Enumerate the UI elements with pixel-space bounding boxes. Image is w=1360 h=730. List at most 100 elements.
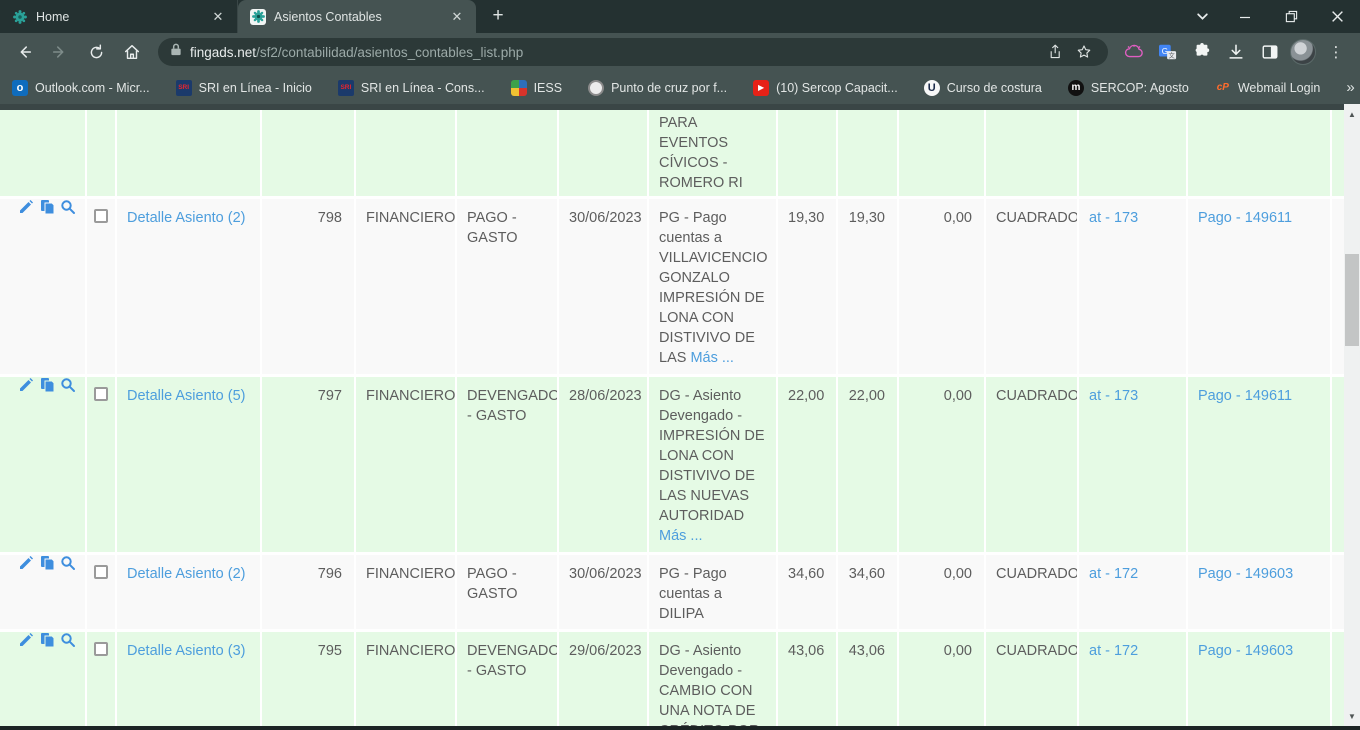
address-bar[interactable]: fingads.net/sf2/contabilidad/asientos_co…	[158, 38, 1108, 66]
downloads-icon[interactable]	[1222, 38, 1250, 66]
row-checkbox[interactable]	[94, 642, 108, 656]
extensions-puzzle-icon[interactable]	[1188, 38, 1216, 66]
bookmark-outlook[interactable]: oOutlook.com - Micr...	[12, 80, 150, 96]
close-window-button[interactable]	[1314, 0, 1360, 33]
copy-icon[interactable]	[38, 632, 55, 649]
edit-icon[interactable]	[17, 199, 34, 216]
module-cell: FINANCIERO	[356, 555, 455, 629]
row-actions	[17, 555, 85, 629]
tab-search-chevron-icon[interactable]	[1182, 0, 1222, 33]
tab-home[interactable]: Home ✕	[0, 0, 238, 33]
credit-cell: 22,00	[838, 377, 897, 552]
type-cell: DEVENGADO - GASTO	[457, 377, 557, 552]
site-favicon	[12, 9, 28, 25]
copy-icon[interactable]	[38, 377, 55, 394]
asiento-id: 797	[262, 377, 354, 552]
at-ref-link[interactable]: at - 173	[1089, 210, 1138, 226]
scroll-up-icon[interactable]: ▲	[1344, 106, 1360, 122]
pago-ref-link[interactable]: Pago - 149611	[1198, 388, 1292, 404]
tab-asientos-contables[interactable]: Asientos Contables ✕	[238, 0, 476, 33]
tab-strip: Home ✕ Asientos Contables ✕ +	[0, 0, 1360, 33]
bookmark-curso-costura[interactable]: UCurso de costura	[924, 80, 1042, 96]
side-panel-icon[interactable]	[1256, 38, 1284, 66]
detalle-asiento-link[interactable]: Detalle Asiento (2)	[127, 210, 245, 226]
bookmark-iess[interactable]: IESS	[511, 80, 563, 96]
debit-cell: 43,06	[778, 632, 836, 726]
pago-ref-link[interactable]: Pago - 149603	[1198, 643, 1293, 659]
at-ref-link[interactable]: at - 172	[1089, 643, 1138, 659]
back-icon[interactable]	[8, 36, 40, 68]
row-checkbox[interactable]	[94, 565, 108, 579]
tab-title: Home	[36, 10, 201, 24]
share-icon[interactable]	[1042, 38, 1070, 66]
site-favicon	[250, 9, 266, 25]
new-tab-button[interactable]: +	[484, 2, 512, 30]
profile-avatar[interactable]	[1290, 39, 1316, 65]
translate-extension-icon[interactable]: G文	[1154, 38, 1182, 66]
edit-icon[interactable]	[17, 377, 34, 394]
forward-icon[interactable]	[44, 36, 76, 68]
search-icon[interactable]	[59, 199, 76, 216]
extensions-area: G文 ⋮	[1118, 38, 1352, 66]
date-cell: 30/06/2023	[559, 199, 647, 374]
status-cell: CUADRADO	[986, 555, 1077, 629]
svg-text:G: G	[1162, 47, 1168, 56]
bookmarks-overflow-chevron[interactable]: »	[1346, 79, 1354, 96]
at-ref-link[interactable]: at - 172	[1089, 566, 1138, 582]
row-checkbox[interactable]	[94, 387, 108, 401]
search-icon[interactable]	[59, 632, 76, 649]
edit-icon[interactable]	[17, 632, 34, 649]
minimize-button[interactable]	[1222, 0, 1268, 33]
close-tab-icon[interactable]: ✕	[209, 8, 227, 26]
detalle-asiento-link[interactable]: Detalle Asiento (3)	[127, 643, 245, 659]
bookmark-sri-inicio[interactable]: SRISRI en Línea - Inicio	[176, 80, 312, 96]
difference-cell: 0,00	[899, 199, 984, 374]
detalle-asiento-link[interactable]: Detalle Asiento (2)	[127, 566, 245, 582]
edit-icon[interactable]	[17, 555, 34, 572]
iess-icon	[511, 80, 527, 96]
type-cell: DEVENGADO - GASTO	[457, 632, 557, 726]
more-link[interactable]: Más ...	[690, 350, 734, 366]
pago-ref-link[interactable]: Pago - 149611	[1198, 210, 1292, 226]
search-icon[interactable]	[59, 555, 76, 572]
extension-cloud-icon[interactable]	[1120, 38, 1148, 66]
detalle-asiento-link[interactable]: Detalle Asiento (5)	[127, 388, 245, 404]
row-checkbox[interactable]	[94, 209, 108, 223]
restore-button[interactable]	[1268, 0, 1314, 33]
description-cell: DG - Asiento Devengado - IMPRESIÓN DE LO…	[649, 377, 776, 552]
scroll-down-icon[interactable]: ▼	[1344, 708, 1360, 724]
credit-cell: 43,06	[838, 632, 897, 726]
sri-icon: SRI	[176, 80, 192, 96]
status-cell: CUADRADO	[986, 199, 1077, 374]
udemy-icon: U	[924, 80, 940, 96]
bookmark-star-icon[interactable]	[1070, 38, 1098, 66]
more-link[interactable]: Más ...	[659, 528, 703, 544]
search-icon[interactable]	[59, 377, 76, 394]
copy-icon[interactable]	[38, 555, 55, 572]
bookmark-sri-consultas[interactable]: SRISRI en Línea - Cons...	[338, 80, 485, 96]
module-cell: FINANCIERO	[356, 199, 455, 374]
at-ref-link[interactable]: at - 173	[1089, 388, 1138, 404]
home-icon[interactable]	[116, 36, 148, 68]
description-cell: DG - Asiento Devengado - CAMBIO CON UNA …	[649, 632, 776, 726]
cross-stitch-icon	[588, 80, 604, 96]
url-text: fingads.net/sf2/contabilidad/asientos_co…	[190, 45, 1042, 60]
pago-ref-link[interactable]: Pago - 149603	[1198, 566, 1293, 582]
more-link[interactable]: Más ...	[659, 195, 703, 196]
close-tab-icon[interactable]: ✕	[448, 8, 466, 26]
reload-icon[interactable]	[80, 36, 112, 68]
bookmark-punto-de-cruz[interactable]: Punto de cruz por f...	[588, 80, 727, 96]
bookmark-sercop-agosto[interactable]: mSERCOP: Agosto	[1068, 80, 1189, 96]
browser-menu-kebab-icon[interactable]: ⋮	[1322, 38, 1350, 66]
page-bottom-strip	[0, 726, 1360, 730]
page-scrollbar[interactable]: ▲ ▼	[1344, 104, 1360, 726]
scrollbar-thumb[interactable]	[1345, 254, 1359, 346]
bookmark-webmail[interactable]: cPWebmail Login	[1215, 80, 1320, 96]
status-cell: CUADRADO	[986, 632, 1077, 726]
description-cell: PG - Pago cuentas a VILLAVICENCIO GONZAL…	[649, 199, 776, 374]
description-cell: PG - Pago cuentas a DILIPA	[649, 555, 776, 629]
type-cell: PAGO - GASTO	[457, 199, 557, 374]
copy-icon[interactable]	[38, 199, 55, 216]
bookmark-sercop-youtube[interactable]: ▶(10) Sercop Capacit...	[753, 80, 898, 96]
asientos-table: PARA EVENTOS CÍVICOS - ROMERO RI Más ...…	[0, 110, 1344, 726]
